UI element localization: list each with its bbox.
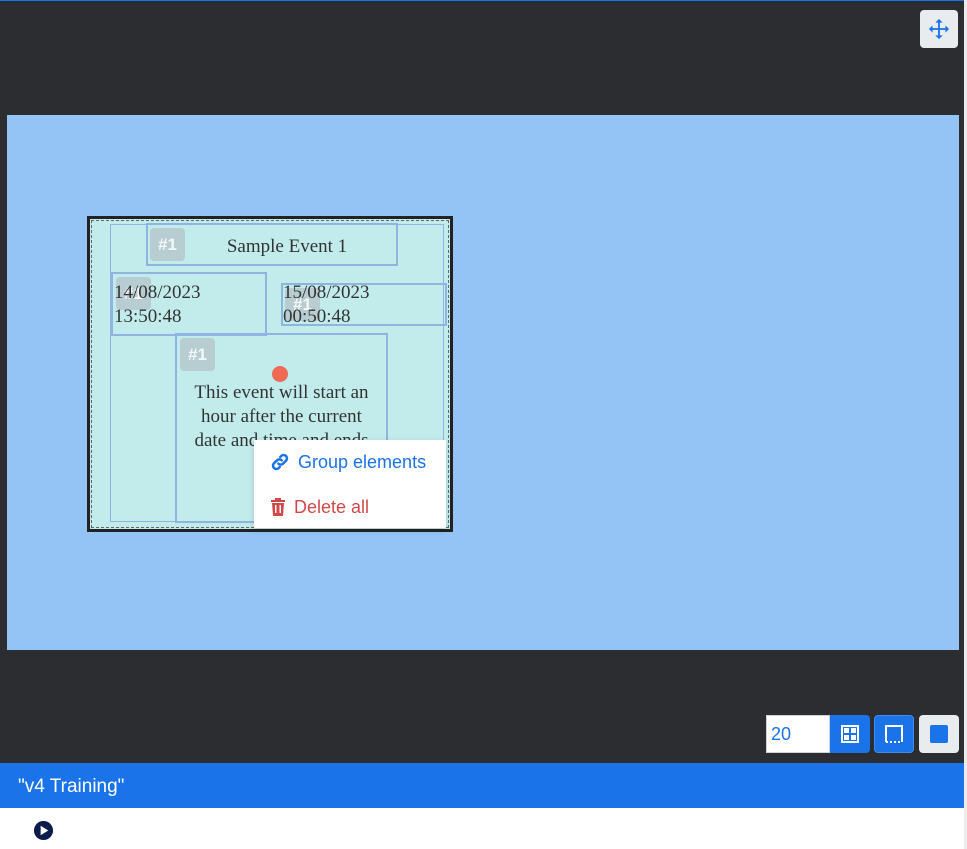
end-date-text: 15/08/2023 00:50:48 <box>283 281 370 329</box>
grid-icon <box>841 725 859 743</box>
training-header: "v4 Training" <box>0 763 967 808</box>
move-arrows-icon <box>928 18 950 40</box>
trash-icon <box>271 498 285 516</box>
training-title: "v4 Training" <box>18 776 125 797</box>
toggle-grid-button[interactable] <box>830 715 870 753</box>
element-badge: #1 <box>180 338 215 371</box>
event-title-text: Sample Event 1 <box>226 236 348 257</box>
snap-frame-icon <box>885 725 903 743</box>
rotation-handle[interactable] <box>272 366 288 382</box>
play-icon[interactable] <box>33 820 54 841</box>
delete-all-label: Delete all <box>294 496 370 517</box>
move-button[interactable] <box>920 10 958 48</box>
group-elements-menu-item[interactable]: Group elements <box>270 450 426 474</box>
end-date: 15/08/2023 <box>283 282 370 303</box>
delete-all-menu-item[interactable]: Delete all <box>270 495 369 519</box>
snap-to-grid-button[interactable] <box>874 715 914 753</box>
context-menu: Group elements Delete all <box>254 440 446 528</box>
link-icon <box>271 453 289 471</box>
group-elements-label: Group elements <box>298 451 427 472</box>
end-time: 00:50:48 <box>283 306 351 327</box>
event-title-element[interactable]: #1 Sample Event 1 <box>146 223 398 266</box>
start-date-text: 14/08/2023 13:50:48 <box>114 281 201 329</box>
slide-canvas[interactable]: #1 Sample Event 1 #1 14/08/2023 13:50:48… <box>7 115 959 650</box>
grid-size-input[interactable] <box>766 715 830 753</box>
start-time: 13:50:48 <box>114 306 182 327</box>
fill-square-icon <box>930 725 948 743</box>
editor-area: #1 Sample Event 1 #1 14/08/2023 13:50:48… <box>0 0 967 763</box>
player-bar <box>0 808 967 849</box>
fill-toggle-button[interactable] <box>919 715 959 753</box>
start-date: 14/08/2023 <box>114 282 201 303</box>
start-date-element[interactable]: #1 14/08/2023 13:50:48 <box>111 272 267 336</box>
end-date-element[interactable]: #1 15/08/2023 00:50:48 <box>281 281 447 329</box>
